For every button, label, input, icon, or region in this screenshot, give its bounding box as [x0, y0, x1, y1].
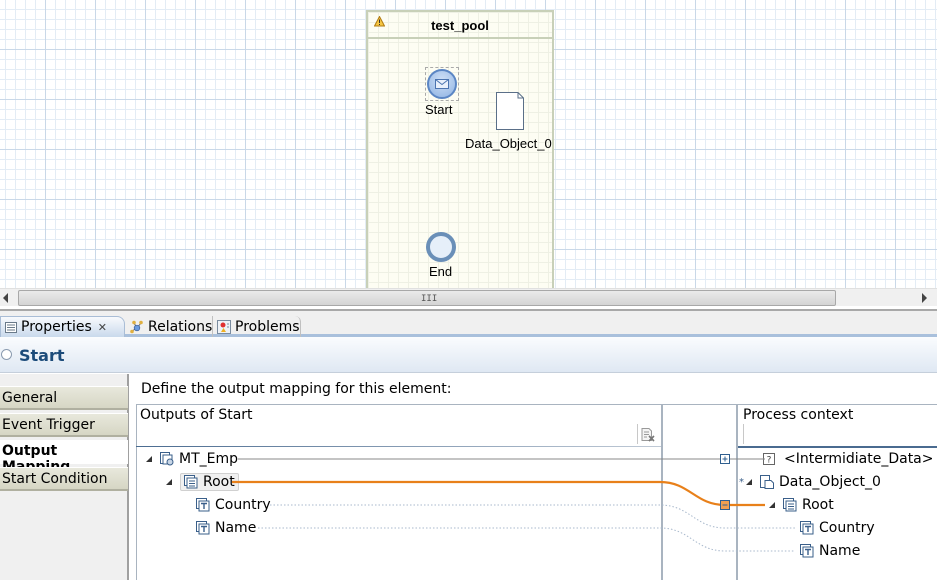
properties-icon [5, 321, 17, 333]
diagram-canvas[interactable]: test_pool Start Data_Object_0 End [0, 0, 937, 288]
message-type-icon [160, 452, 174, 466]
view-tab-bar: Properties ✕ Relations Problems [0, 309, 937, 337]
mapping-lane-left-border [661, 404, 663, 580]
pool-test-pool[interactable]: test_pool Start Data_Object_0 End [366, 10, 554, 288]
side-tab-event-trigger[interactable]: Event Trigger [0, 413, 128, 437]
modified-marker: * [739, 476, 744, 488]
right-tree-label: Name [819, 543, 861, 559]
text-field-icon [196, 521, 210, 535]
clear-mapping-icon[interactable] [641, 428, 655, 442]
expand-triangle-icon[interactable] [746, 479, 752, 485]
right-tree-item-intermidiate-data[interactable]: ? <Intermidiate_Data> [763, 448, 934, 470]
right-tree-label: Root [802, 497, 834, 513]
right-tree-item-root[interactable]: Root [769, 494, 834, 516]
expand-triangle-icon[interactable] [166, 479, 172, 485]
tab-properties-label: Properties [21, 319, 92, 335]
tab-problems[interactable]: Problems [213, 316, 301, 337]
right-column-header: Process context [743, 407, 854, 423]
tab-problems-label: Problems [235, 318, 300, 335]
start-event-circle [427, 69, 457, 99]
scroll-right-arrow-icon[interactable] [922, 293, 927, 303]
output-mapping-content: Define the output mapping for this eleme… [131, 374, 937, 580]
start-event-label: Start [425, 102, 453, 117]
pool-title: test_pool [431, 18, 489, 33]
left-panel-border [136, 404, 137, 580]
side-tab-general[interactable]: General [0, 386, 128, 410]
scrollbar-grip: III [421, 294, 438, 304]
tab-relations-label: Relations [148, 318, 213, 335]
right-tree-item-country[interactable]: Country [800, 517, 875, 539]
right-tree-item-name[interactable]: Name [800, 540, 860, 562]
side-tab-output-mapping[interactable]: Output Mapping [0, 440, 128, 475]
end-event[interactable] [426, 232, 456, 262]
right-tree-label: <Intermidiate_Data> [784, 451, 934, 467]
side-tab-start-condition[interactable]: Start Condition [0, 467, 128, 491]
start-event[interactable] [425, 67, 459, 101]
left-column-header: Outputs of Start [140, 407, 253, 423]
data-object-label: Data_Object_0 [465, 136, 552, 151]
right-tree-label: Country [819, 520, 875, 536]
envelope-icon [435, 79, 449, 89]
mapping-description: Define the output mapping for this eleme… [141, 381, 452, 397]
left-tree-item-root[interactable]: Root [166, 471, 239, 493]
scrollbar-thumb[interactable]: III [18, 290, 836, 306]
selected-item-box[interactable]: Root [180, 473, 239, 491]
pool-header[interactable]: test_pool [368, 12, 552, 39]
mapping-table-top-border [136, 404, 937, 405]
start-event-icon [1, 349, 12, 360]
right-tree-item-data-object[interactable]: * Data_Object_0 [739, 471, 881, 493]
header-separator [637, 424, 638, 444]
problems-icon [217, 319, 231, 334]
left-header-underline [136, 446, 661, 447]
left-tree-label: Country [215, 497, 271, 513]
scroll-left-arrow-icon[interactable] [3, 293, 8, 303]
unknown-type-icon: ? [763, 453, 775, 465]
right-header-separator [743, 424, 744, 444]
text-field-icon [800, 521, 814, 535]
left-tree-label: MT_Emp [179, 451, 239, 467]
expand-triangle-icon[interactable] [146, 456, 152, 462]
right-tree-label: Data_Object_0 [779, 474, 881, 490]
structure-icon [783, 498, 797, 512]
svg-text:?: ? [767, 456, 772, 466]
tab-relations[interactable]: Relations [124, 316, 213, 337]
mapping-lane-right-border [736, 404, 738, 580]
left-tree-label: Name [215, 520, 257, 536]
end-event-label: End [429, 264, 453, 279]
properties-title: Start [19, 346, 65, 365]
left-tree-item-mt-emp[interactable]: MT_Emp [146, 448, 238, 470]
expand-triangle-icon[interactable] [769, 502, 775, 508]
properties-side-tabs: General Event Trigger Output Mapping Sta… [0, 374, 129, 580]
left-tree-item-name[interactable]: Name [196, 517, 256, 539]
properties-title-bar: Start [0, 337, 937, 373]
relations-icon [130, 320, 143, 333]
structure-icon [184, 475, 198, 489]
text-field-icon [196, 498, 210, 512]
horizontal-scrollbar[interactable]: III [0, 288, 937, 306]
data-object-icon [760, 475, 774, 489]
close-icon[interactable]: ✕ [98, 321, 107, 334]
left-tree-item-country[interactable]: Country [196, 494, 271, 516]
data-object[interactable] [496, 92, 524, 130]
tab-properties[interactable]: Properties ✕ [0, 316, 125, 337]
text-field-icon [800, 544, 814, 558]
left-tree-label: Root [203, 474, 235, 490]
